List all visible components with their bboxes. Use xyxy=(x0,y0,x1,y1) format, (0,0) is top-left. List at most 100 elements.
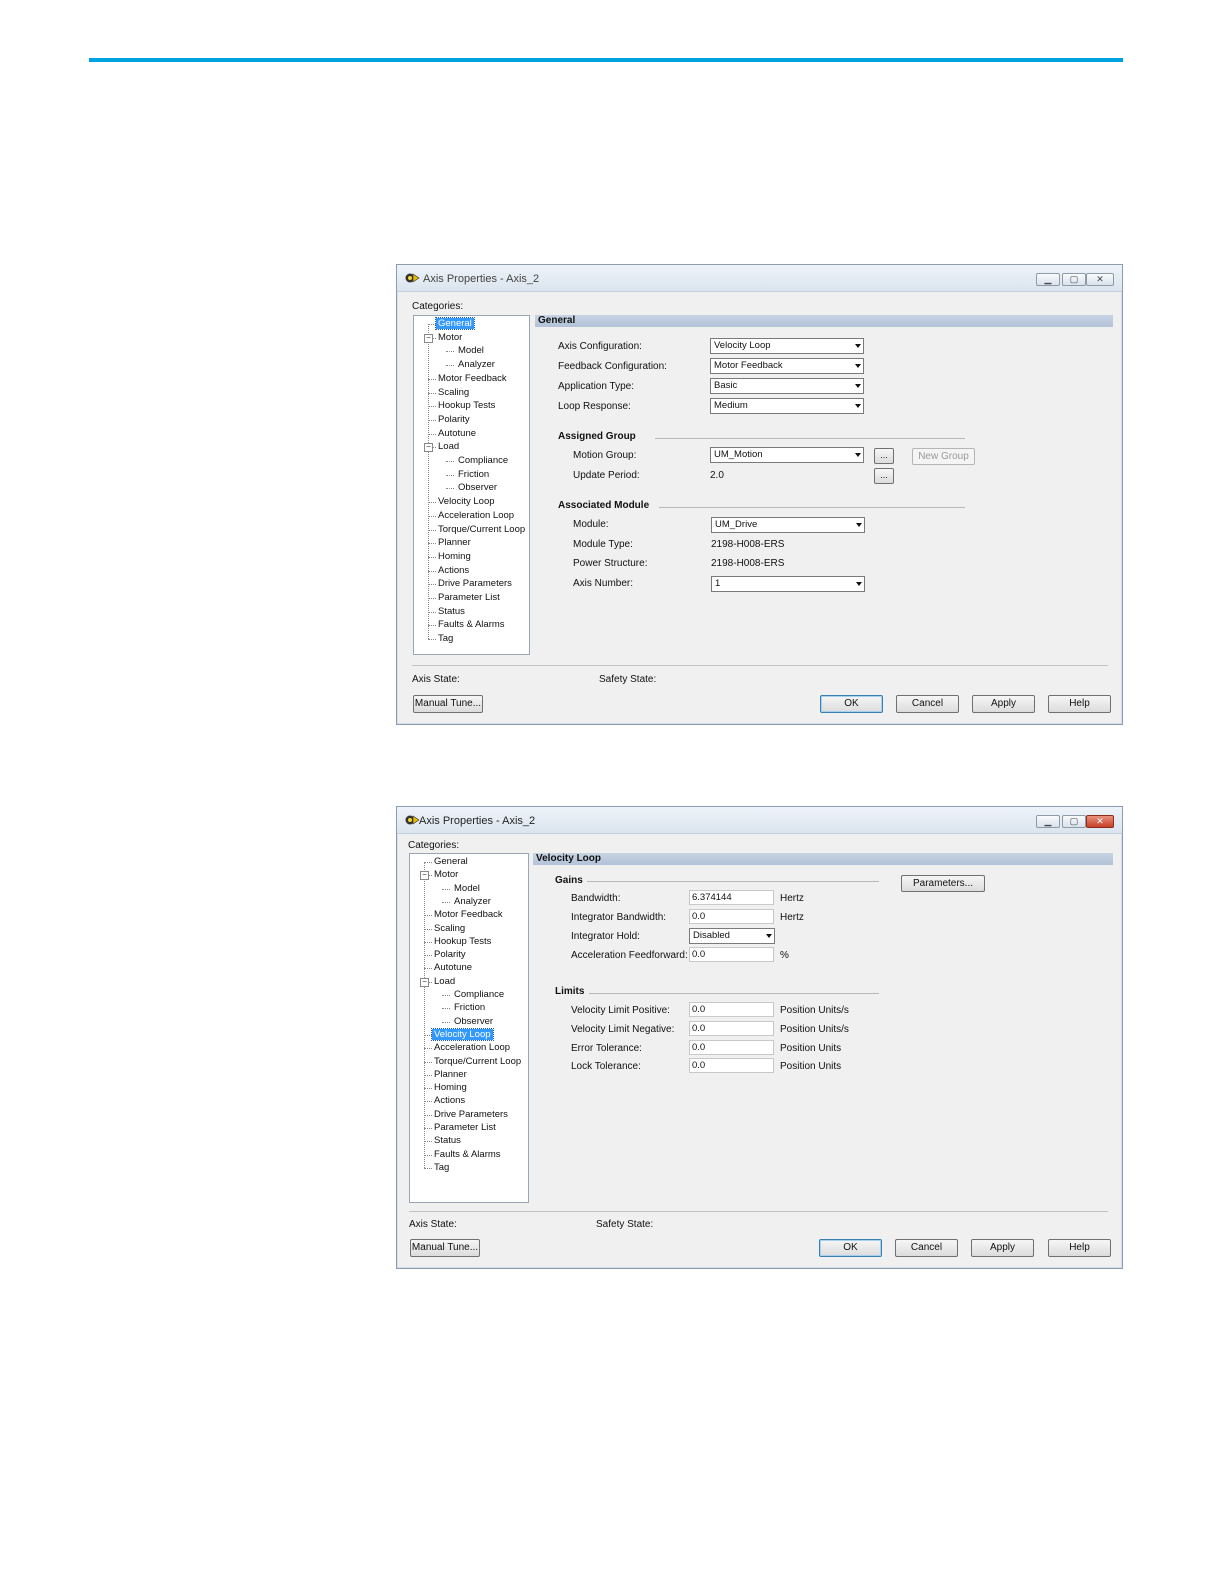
velocity-limit-negative-input[interactable]: 0.0 xyxy=(689,1021,774,1036)
module-label: Module: xyxy=(573,519,609,530)
tree-item-compliance[interactable]: Compliance xyxy=(452,989,506,1000)
tree-item-faults-alarms[interactable]: Faults & Alarms xyxy=(436,619,507,630)
maximize-button[interactable]: ▢ xyxy=(1062,273,1086,286)
collapse-icon[interactable]: − xyxy=(420,871,429,881)
integrator-bandwidth-input[interactable]: 0.0 xyxy=(689,909,774,924)
cancel-button[interactable]: Cancel xyxy=(895,1239,958,1257)
tree-item-velocity-loop[interactable]: Velocity Loop xyxy=(431,1027,494,1041)
power-structure-label: Power Structure: xyxy=(573,558,648,569)
tree-item-scaling[interactable]: Scaling xyxy=(432,923,467,934)
minimize-button[interactable]: ▁ xyxy=(1036,273,1060,286)
tree-item-acceleration-loop[interactable]: Acceleration Loop xyxy=(436,510,516,521)
tree-item-autotune[interactable]: Autotune xyxy=(432,962,474,973)
tree-item-homing[interactable]: Homing xyxy=(436,551,473,562)
tree-item-label: General xyxy=(435,317,475,330)
tree-item-parameter-list[interactable]: Parameter List xyxy=(436,592,502,603)
tree-item-polarity[interactable]: Polarity xyxy=(432,949,468,960)
acceleration-feedforward-input[interactable]: 0.0 xyxy=(689,947,774,962)
tree-connector xyxy=(428,556,436,558)
tree-item-friction[interactable]: Friction xyxy=(456,469,491,480)
tree-item-actions[interactable]: Actions xyxy=(432,1095,467,1106)
title-bar[interactable]: Axis Properties - Axis_2 ▁ ▢ ✕ xyxy=(397,807,1122,834)
tree-connector xyxy=(428,433,436,435)
tree-item-acceleration-loop[interactable]: Acceleration Loop xyxy=(432,1042,512,1053)
motion-group-browse-button[interactable]: ... xyxy=(874,448,894,464)
close-button[interactable]: ✕ xyxy=(1086,815,1114,828)
title-bar[interactable]: Axis Properties - Axis_2 ▁ ▢ ✕ xyxy=(397,265,1122,292)
tree-item-load[interactable]: Load xyxy=(436,441,461,452)
ok-button[interactable]: OK xyxy=(820,695,883,713)
motion-group-select[interactable]: UM_Motion xyxy=(710,447,864,463)
tree-item-observer[interactable]: Observer xyxy=(452,1016,495,1027)
cancel-button[interactable]: Cancel xyxy=(896,695,959,713)
collapse-icon[interactable]: − xyxy=(420,977,429,987)
bandwidth-input[interactable]: 6.374144 xyxy=(689,890,774,905)
minimize-button[interactable]: ▁ xyxy=(1036,815,1060,828)
tree-item-general[interactable]: General xyxy=(432,856,470,867)
tree-item-tag[interactable]: Tag xyxy=(432,1162,451,1173)
loop-response-label: Loop Response: xyxy=(558,401,631,412)
tree-item-model[interactable]: Model xyxy=(456,345,486,356)
help-button[interactable]: Help xyxy=(1048,695,1111,713)
tree-item-motor[interactable]: Motor xyxy=(436,332,464,343)
tree-item-status[interactable]: Status xyxy=(436,606,467,617)
tree-item-velocity-loop[interactable]: Velocity Loop xyxy=(436,496,497,507)
tree-item-motor-feedback[interactable]: Motor Feedback xyxy=(432,909,505,920)
lock-tolerance-input[interactable]: 0.0 xyxy=(689,1058,774,1073)
close-button[interactable]: ✕ xyxy=(1086,273,1114,286)
application-type-select[interactable]: Basic xyxy=(710,378,864,394)
tree-item-drive-parameters[interactable]: Drive Parameters xyxy=(436,578,514,589)
tree-item-polarity[interactable]: Polarity xyxy=(436,414,472,425)
tree-item-parameter-list[interactable]: Parameter List xyxy=(432,1122,498,1133)
tree-item-label: Tag xyxy=(434,1161,450,1173)
tree-item-hookup-tests[interactable]: Hookup Tests xyxy=(432,936,493,947)
tree-item-actions[interactable]: Actions xyxy=(436,565,471,576)
help-button[interactable]: Help xyxy=(1048,1239,1111,1257)
update-period-browse-button[interactable]: ... xyxy=(874,468,894,484)
tree-item-hookup-tests[interactable]: Hookup Tests xyxy=(436,400,497,411)
tree-item-observer[interactable]: Observer xyxy=(456,482,499,493)
manual-tune-button[interactable]: Manual Tune... xyxy=(413,695,483,713)
module-select[interactable]: UM_Drive xyxy=(711,517,865,533)
tree-item-analyzer[interactable]: Analyzer xyxy=(452,896,493,907)
tree-item-label: Motor Feedback xyxy=(438,372,507,384)
tree-item-faults-alarms[interactable]: Faults & Alarms xyxy=(432,1149,503,1160)
axis-number-select[interactable]: 1 xyxy=(711,576,865,592)
tree-item-scaling[interactable]: Scaling xyxy=(436,387,471,398)
tree-item-drive-parameters[interactable]: Drive Parameters xyxy=(432,1109,510,1120)
tree-item-torque-current-loop[interactable]: Torque/Current Loop xyxy=(436,524,527,535)
tree-item-planner[interactable]: Planner xyxy=(436,537,473,548)
apply-button[interactable]: Apply xyxy=(972,695,1035,713)
velocity-limit-positive-input[interactable]: 0.0 xyxy=(689,1002,774,1017)
tree-item-motor[interactable]: Motor xyxy=(432,869,460,880)
tree-item-status[interactable]: Status xyxy=(432,1135,463,1146)
collapse-icon[interactable]: − xyxy=(424,333,433,343)
tree-item-autotune[interactable]: Autotune xyxy=(436,428,478,439)
tree-item-label: Acceleration Loop xyxy=(434,1042,511,1054)
tree-item-load[interactable]: Load xyxy=(432,976,457,987)
integrator-hold-select[interactable]: Disabled xyxy=(689,928,775,944)
collapse-icon[interactable]: − xyxy=(424,443,433,453)
tree-item-tag[interactable]: Tag xyxy=(436,633,455,644)
tree-item-motor-feedback[interactable]: Motor Feedback xyxy=(436,373,509,384)
loop-response-select[interactable]: Medium xyxy=(710,398,864,414)
tree-item-homing[interactable]: Homing xyxy=(432,1082,469,1093)
categories-tree[interactable]: General − Motor Model Analyzer Motor Feedback… xyxy=(409,853,529,1203)
maximize-button[interactable]: ▢ xyxy=(1062,815,1086,828)
tree-item-planner[interactable]: Planner xyxy=(432,1069,469,1080)
tree-item-general[interactable]: General xyxy=(435,317,475,330)
parameters-button[interactable]: Parameters... xyxy=(901,875,985,892)
apply-button[interactable]: Apply xyxy=(971,1239,1034,1257)
manual-tune-button[interactable]: Manual Tune... xyxy=(410,1239,480,1257)
feedback-configuration-select[interactable]: Motor Feedback xyxy=(710,358,864,374)
tree-item-friction[interactable]: Friction xyxy=(452,1002,487,1013)
axis-configuration-select[interactable]: Velocity Loop xyxy=(710,338,864,354)
tree-item-analyzer[interactable]: Analyzer xyxy=(456,359,497,370)
tree-item-model[interactable]: Model xyxy=(452,883,482,894)
tree-item-compliance[interactable]: Compliance xyxy=(456,455,510,466)
new-group-button[interactable]: New Group xyxy=(912,448,975,465)
tree-item-torque-current-loop[interactable]: Torque/Current Loop xyxy=(432,1056,523,1067)
categories-tree[interactable]: General − Motor Model Analyzer Motor Feedback… xyxy=(413,315,530,655)
error-tolerance-input[interactable]: 0.0 xyxy=(689,1040,774,1055)
ok-button[interactable]: OK xyxy=(819,1239,882,1257)
